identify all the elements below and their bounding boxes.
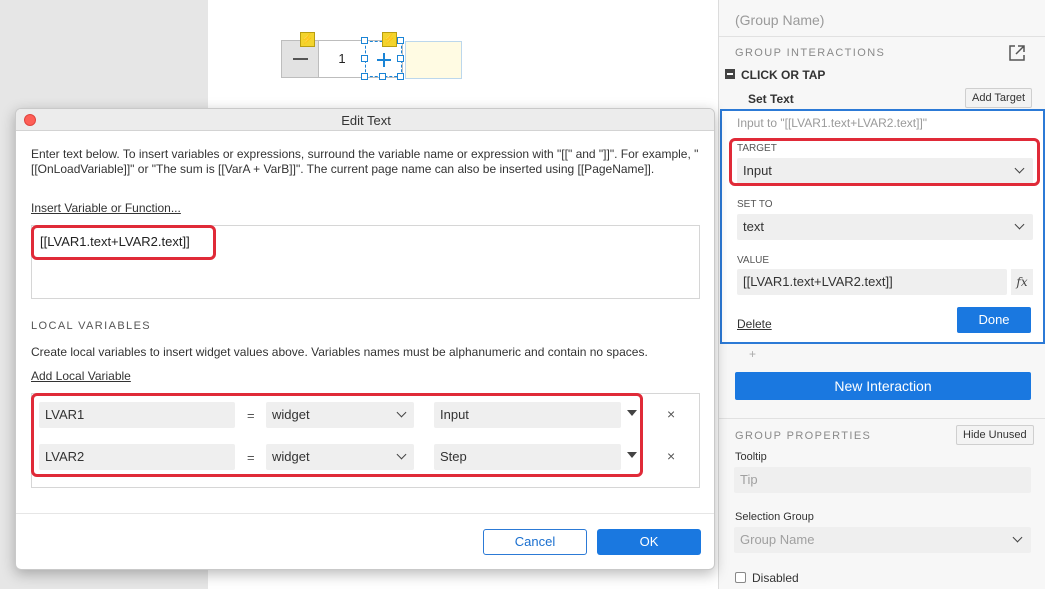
group-properties-title: GROUP PROPERTIES: [735, 430, 872, 442]
local-variables-description: Create local variables to insert widget …: [31, 345, 648, 359]
selection-group-label: Selection Group: [735, 511, 814, 523]
dialog-instructions: Enter text below. To insert variables or…: [31, 147, 699, 176]
action-set-text[interactable]: Set Text: [748, 92, 794, 106]
disabled-label: Disabled: [752, 571, 799, 585]
selection-group-value: Group Name: [740, 532, 815, 547]
interaction-lightning-icon[interactable]: ⚡: [300, 32, 315, 47]
hide-unused-button[interactable]: Hide Unused: [956, 425, 1034, 445]
divider: [719, 418, 1045, 419]
resize-handle[interactable]: [361, 73, 368, 80]
add-local-variable-link[interactable]: Add Local Variable: [31, 369, 131, 383]
set-to-select-value: text: [743, 219, 764, 234]
group-interactions-title: GROUP INTERACTIONS: [735, 47, 886, 59]
add-action-icon[interactable]: +: [749, 347, 756, 361]
event-click-or-tap[interactable]: CLICK OR TAP: [741, 68, 825, 82]
value-input-text: [[LVAR1.text+LVAR2.text]]: [743, 274, 893, 289]
external-link-icon[interactable]: [1008, 44, 1026, 62]
divider: [719, 36, 1045, 37]
set-text-action-editor: Input to "[[LVAR1.text+LVAR2.text]]" TAR…: [720, 109, 1045, 344]
set-to-label: SET TO: [737, 199, 773, 210]
resize-handle[interactable]: [397, 55, 404, 62]
chevron-down-icon: [1014, 219, 1025, 230]
tooltip-label: Tooltip: [735, 451, 767, 463]
tooltip-input[interactable]: Tip: [734, 467, 1031, 493]
remove-variable-icon[interactable]: ×: [667, 448, 675, 464]
fx-icon[interactable]: fx: [1011, 269, 1033, 295]
dialog-titlebar[interactable]: Edit Text: [16, 109, 714, 131]
edit-text-dialog: Edit Text Enter text below. To insert va…: [15, 108, 715, 570]
disabled-checkbox[interactable]: [735, 572, 746, 583]
disabled-checkbox-row[interactable]: Disabled: [735, 571, 799, 585]
resize-handle[interactable]: [397, 37, 404, 44]
cancel-button[interactable]: Cancel: [483, 529, 587, 555]
action-summary: Input to "[[LVAR1.text+LVAR2.text]]": [737, 116, 928, 130]
new-interaction-button[interactable]: New Interaction: [735, 372, 1031, 400]
dialog-footer-divider: [16, 513, 714, 514]
input-widget[interactable]: [405, 41, 462, 79]
chevron-down-icon: [1012, 532, 1023, 543]
ok-button[interactable]: OK: [597, 529, 701, 555]
resize-handle[interactable]: [361, 55, 368, 62]
highlight-outline: [31, 225, 216, 260]
set-to-select[interactable]: text: [737, 214, 1033, 240]
done-button[interactable]: Done: [957, 307, 1031, 333]
value-input[interactable]: [[LVAR1.text+LVAR2.text]]: [737, 269, 1007, 295]
selection-group-select[interactable]: Group Name: [734, 527, 1031, 553]
add-target-button[interactable]: Add Target: [965, 88, 1033, 108]
resize-handle[interactable]: [361, 37, 368, 44]
insert-variable-link[interactable]: Insert Variable or Function...: [31, 201, 181, 215]
delete-action-link[interactable]: Delete: [737, 317, 772, 331]
highlight-outline: [31, 393, 643, 477]
value-label: VALUE: [737, 255, 770, 266]
local-variables-title: LOCAL VARIABLES: [31, 320, 152, 332]
resize-handle[interactable]: [397, 73, 404, 80]
minus-icon: [293, 58, 308, 60]
highlight-outline: [729, 138, 1040, 186]
interactions-panel: (Group Name) GROUP INTERACTIONS CLICK OR…: [718, 0, 1045, 589]
collapse-icon[interactable]: [725, 69, 735, 79]
interaction-lightning-icon[interactable]: ⚡: [382, 32, 397, 47]
group-name[interactable]: (Group Name): [735, 12, 824, 28]
stepper-value: 1: [338, 51, 346, 66]
dialog-title: Edit Text: [341, 113, 391, 128]
remove-variable-icon[interactable]: ×: [667, 406, 675, 422]
resize-handle[interactable]: [379, 73, 386, 80]
